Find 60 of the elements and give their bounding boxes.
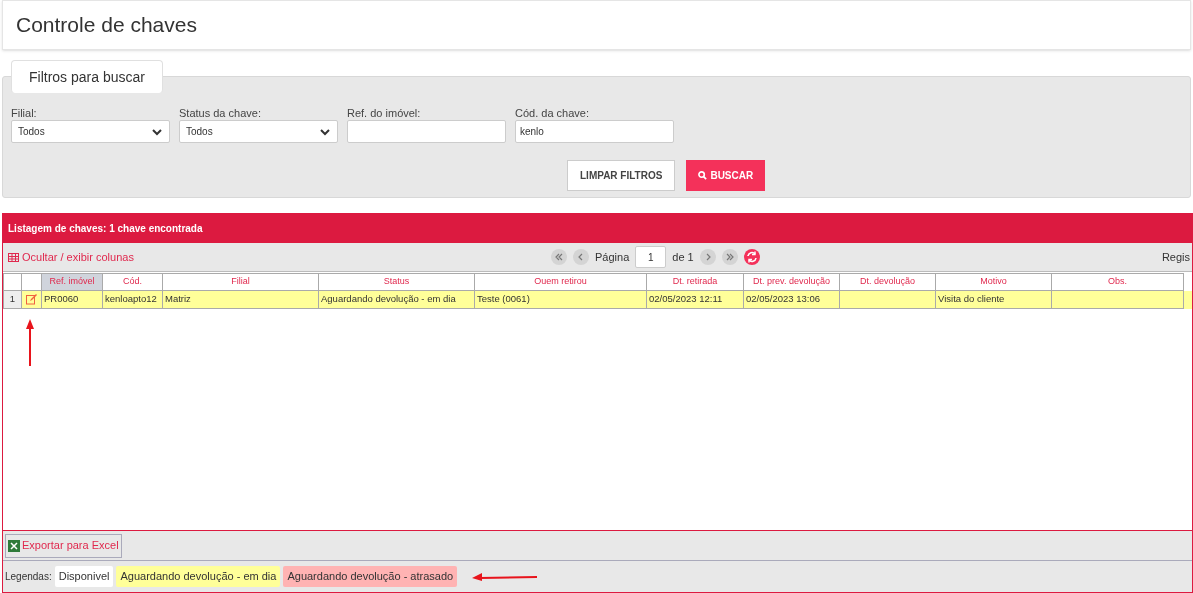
last-page-button[interactable] [721, 249, 738, 265]
select-field[interactable]: Todos [179, 120, 338, 143]
field-label: Status da chave: [179, 106, 262, 120]
page-field[interactable]: 1 [635, 246, 667, 268]
column-header[interactable]: Obs. [1052, 273, 1184, 291]
table-icon [8, 252, 19, 262]
table-header-cell [22, 273, 42, 291]
legend-item: Disponivel [54, 566, 114, 587]
table-cell: Matriz [163, 291, 319, 309]
listing-title: Listagem de chaves: 1 chave encontrada [8, 222, 203, 236]
column-header[interactable]: Filial [163, 273, 319, 291]
page-label: Página [595, 249, 630, 265]
legend-item: Aguardando devolução - em dia [116, 566, 281, 587]
legend-label: Legendas: [5, 570, 52, 584]
field-label: Ref. do imóvel: [347, 106, 422, 120]
column-header[interactable]: Ref. imóvel [42, 273, 103, 291]
refresh-icon[interactable] [743, 249, 760, 265]
clear-filters-button[interactable]: LIMPAR FILTROS [567, 160, 676, 191]
table-cell: PR0060 [42, 291, 103, 309]
search-icon [698, 171, 708, 180]
legend-item: Aguardando devolução - atrasado [283, 566, 458, 587]
records-label: Regis [1161, 249, 1190, 265]
row-number: 1 [3, 291, 22, 309]
table-row[interactable]: 1 PR0060 kenloapto12 Matriz Aguardando devolução - em dia Teste (0061) 02/05/2023 12:11 02/05/2023 13:06 Visita do cliente [3, 291, 1192, 309]
next-page-button[interactable] [699, 249, 716, 265]
select-field[interactable]: Todos [11, 120, 170, 143]
table-cell: 02/05/2023 13:06 [744, 291, 840, 309]
toggle-columns-link[interactable]: Ocultar / exibir colunas [8, 248, 134, 266]
field-label: Cód. da chave: [515, 106, 590, 120]
double-chevron-left-icon [554, 252, 564, 262]
search-button[interactable]: BUSCAR [686, 160, 766, 191]
column-header[interactable]: Dt. devolução [840, 273, 936, 291]
annotation-arrow [472, 572, 539, 581]
column-header[interactable]: Dt. retirada [647, 273, 744, 291]
page-title: Controle de chaves [16, 12, 197, 39]
table-cell: Teste (0061) [475, 291, 647, 309]
column-header[interactable]: Cód. [103, 273, 163, 291]
select-value: Todos [18, 125, 45, 139]
double-chevron-right-icon [724, 252, 735, 262]
previous-page-button[interactable] [573, 249, 589, 265]
text-field[interactable]: kenlo [515, 120, 674, 143]
table-cell: Visita do cliente [936, 291, 1052, 309]
annotation-arrow [25, 319, 35, 367]
edit-icon[interactable] [26, 294, 37, 305]
table-cell: Aguardando devolução - em dia [319, 291, 475, 309]
table-header-cell [3, 273, 22, 291]
field-label: Filial: [11, 106, 38, 120]
column-header[interactable]: Motivo [936, 273, 1052, 291]
table-cell: 02/05/2023 12:11 [647, 291, 744, 309]
text-field[interactable] [347, 120, 506, 143]
column-header[interactable]: Dt. prev. devolução [744, 273, 840, 291]
first-page-button[interactable] [551, 249, 567, 265]
spreadsheet-icon [8, 539, 20, 552]
export-excel-button[interactable]: Exportar para Excel [5, 533, 122, 558]
column-header[interactable]: Status [319, 273, 475, 291]
filter-tab[interactable]: Filtros para buscar [11, 60, 163, 93]
select-value: Todos [186, 125, 213, 139]
column-header[interactable]: Ouem retirou [475, 273, 647, 291]
table-cell: kenloapto12 [103, 291, 163, 309]
page-count: de 1 [672, 249, 694, 265]
